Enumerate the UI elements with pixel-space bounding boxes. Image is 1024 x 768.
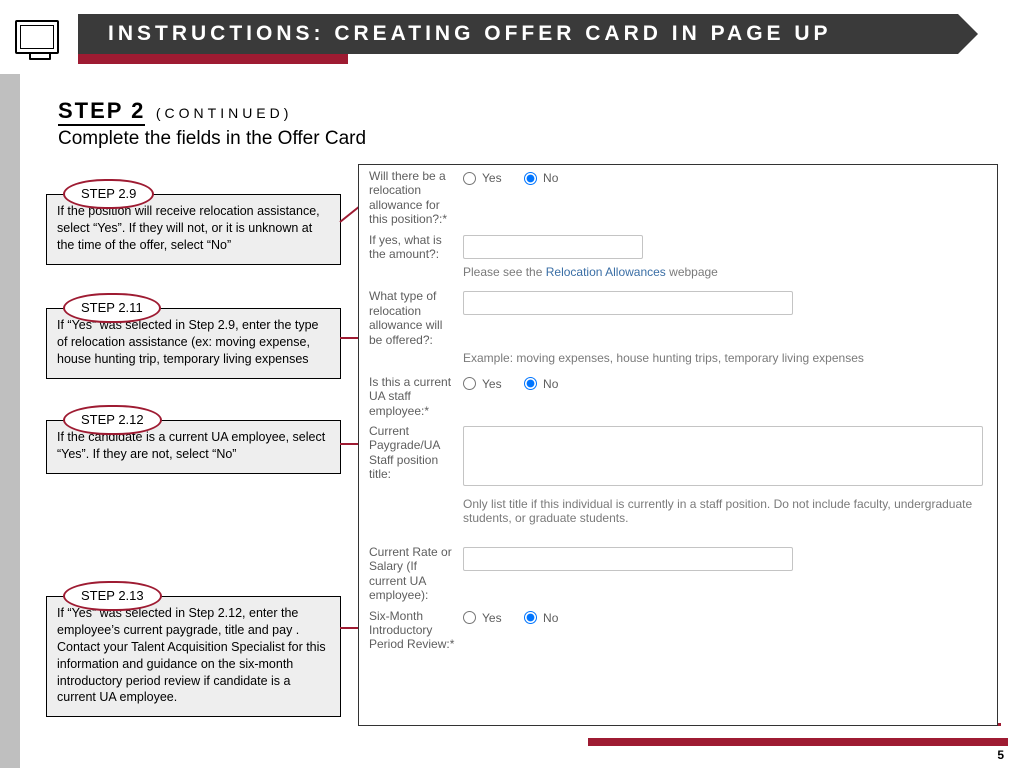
radio-six-no[interactable]: No [524,611,558,625]
page-title: INSTRUCTIONS: CREATING OFFER CARD IN PAG… [108,22,832,46]
label-current-rate: Current Rate or Salary (If current UA em… [369,545,463,603]
header: INSTRUCTIONS: CREATING OFFER CARD IN PAG… [0,14,1024,54]
badge-2-9: STEP 2.9 [63,179,154,209]
label-current-ua: Is this a current UA staff employee:* [369,375,463,418]
callout-2-9-text: If the position will receive relocation … [57,204,320,252]
radio-six-yes[interactable]: Yes [463,611,502,625]
badge-2-11: STEP 2.11 [63,293,161,323]
step-number: STEP 2 [58,98,145,126]
label-reloc-type: What type of relocation allowance will b… [369,289,463,347]
label-relocation-allowance: Will there be a relocation allowance for… [369,169,463,227]
callout-2-11: STEP 2.11 If “Yes” was selected in Step … [46,308,341,379]
logo-wrap [0,0,74,74]
callout-2-11-text: If “Yes” was selected in Step 2.9, enter… [57,318,319,366]
side-grey-strip [0,50,20,768]
label-paygrade-title: Current Paygrade/UA Staff position title… [369,424,463,482]
callout-2-13-text: If “Yes” was selected in Step 2.12, ente… [57,606,326,704]
input-amount[interactable] [463,235,643,259]
header-dark: INSTRUCTIONS: CREATING OFFER CARD IN PAG… [78,14,958,54]
monitor-icon [15,20,59,54]
badge-2-12: STEP 2.12 [63,405,162,435]
hint-paygrade: Only list title if this individual is cu… [359,495,997,531]
radio-reloc-no[interactable]: No [524,171,558,185]
step-subtitle: Complete the fields in the Offer Card [58,128,366,150]
step-continued: (CONTINUED) [156,105,293,121]
hint-reloc-type: Example: moving expenses, house hunting … [359,349,997,371]
input-reloc-type[interactable] [463,291,793,315]
header-red-bar [78,54,348,64]
page-number: 5 [997,748,1004,762]
offer-card-form: Will there be a relocation allowance for… [358,164,998,726]
badge-2-13: STEP 2.13 [63,581,162,611]
hint-relocation-link-row: Please see the Relocation Allowances web… [359,263,997,285]
radio-reloc-yes[interactable]: Yes [463,171,502,185]
callout-2-12-text: If the candidate is a current UA employe… [57,430,325,461]
callout-2-9: STEP 2.9 If the position will receive re… [46,194,341,265]
step-heading: STEP 2 (CONTINUED) Complete the fields i… [58,98,366,150]
label-amount: If yes, what is the amount?: [369,233,463,262]
radio-ua-no[interactable]: No [524,377,558,391]
textarea-paygrade-title[interactable] [463,426,983,486]
callout-2-13: STEP 2.13 If “Yes” was selected in Step … [46,596,341,717]
input-current-rate[interactable] [463,547,793,571]
label-six-month: Six-Month Introductory Period Review:* [369,609,463,652]
link-relocation-allowances[interactable]: Relocation Allowances [546,265,666,279]
callout-2-12: STEP 2.12 If the candidate is a current … [46,420,341,474]
radio-ua-yes[interactable]: Yes [463,377,502,391]
footer-red-bar [588,738,1008,746]
